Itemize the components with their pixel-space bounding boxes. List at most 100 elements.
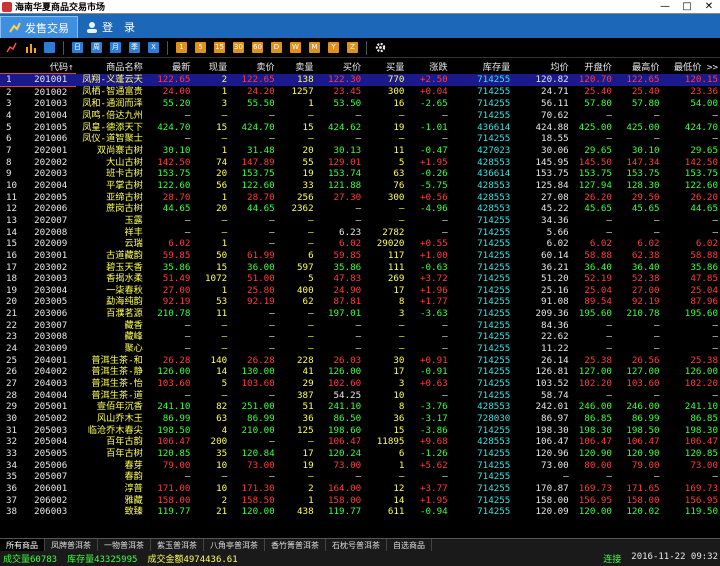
F13-icon[interactable]: M: [309, 42, 320, 53]
table-cell: 122.60: [157, 179, 191, 191]
table-row[interactable]: 20 203005 勐海纯韵 92.19 53 92.19 62 87.81 8 +1.77 714…: [0, 296, 720, 308]
F1-icon[interactable]: 日: [72, 42, 83, 53]
column-header[interactable]: 卖量: [276, 59, 316, 74]
table-cell: —: [308, 471, 314, 483]
category-tab[interactable]: 八角亭普洱茶: [204, 538, 265, 552]
table-row[interactable]: 27 204003 普洱生茶-怡 103.60 5 103.60 29 102.60 3 +0.6…: [0, 378, 720, 390]
table-row[interactable]: 18 203003 香揭水柔 51.49 1072 51.00 5 47.83 269 +3.72…: [0, 273, 720, 285]
table-row[interactable]: 33 205005 百年古树 120.85 35 120.84 17 120.24 6 -1.26…: [0, 448, 720, 460]
F5-icon[interactable]: X: [148, 42, 159, 53]
table-row[interactable]: 35 205007 春韵 — — — — — — — 714255 — — — —: [0, 471, 720, 483]
table-cell: 204004: [34, 389, 68, 401]
maximize-button[interactable]: □: [676, 1, 698, 13]
table-cell: 23.36: [690, 86, 718, 98]
table-row[interactable]: 38 206003 致臻 119.77 21 120.00 438 119.77 611 -0.9…: [0, 506, 720, 518]
table-row[interactable]: 9 202003 班卡古树 153.75 20 153.75 19 153.74 63 -0.26…: [0, 168, 720, 180]
table-row[interactable]: 12 202006 蔗岗古树 44.65 20 44.65 2362 — — -4.96 42855…: [0, 203, 720, 215]
table-cell: 120.00: [241, 506, 275, 518]
column-header[interactable]: 开盘价: [570, 59, 614, 74]
table-row[interactable]: 29 205001 壹佰年沉香 241.10 82 251.00 51 241.10 8 -3.7…: [0, 401, 720, 413]
table-row[interactable]: 13 202007 玉露 — — — — — — — 714255 34.36 — — —: [0, 215, 720, 227]
column-header[interactable]: 买价: [315, 59, 364, 74]
column-header[interactable]: 均价: [512, 59, 571, 74]
line-chart-icon[interactable]: [6, 42, 17, 53]
table-row[interactable]: 28 204004 普洱生茶-道 — — — 387 54.25 10 — 714255 58.74 —…: [0, 390, 720, 402]
minimize-button[interactable]: —: [654, 1, 676, 13]
column-header[interactable]: [0, 59, 29, 74]
table-cell: —: [184, 133, 191, 145]
F9-icon[interactable]: 30: [233, 42, 244, 53]
table-row[interactable]: 8 202002 大山古树 142.50 74 147.89 55 129.01 5 +1.95 4…: [0, 157, 720, 169]
F7-icon[interactable]: 5: [195, 42, 206, 53]
table-row[interactable]: 37 206002 雅藏 158.00 2 158.50 1 158.00 14 +1.95 714…: [0, 495, 720, 507]
gear-icon[interactable]: [375, 42, 386, 53]
column-header[interactable]: 买量: [363, 59, 407, 74]
table-cell: 8: [398, 296, 405, 308]
column-header[interactable]: 最低价 >>: [661, 59, 720, 74]
table-row[interactable]: 30 205002 风山乔木王 86.99 63 86.99 36 86.50 36 -3.17 7…: [0, 413, 720, 425]
column-header[interactable]: 最高价: [613, 59, 662, 74]
table-row[interactable]: 21 203006 百濮茗源 210.78 11 — — 197.01 3 -3.63 714255…: [0, 308, 720, 320]
F11-icon[interactable]: D: [271, 42, 282, 53]
table-cell: 201001: [28, 73, 76, 87]
F15-icon[interactable]: Z: [347, 42, 358, 53]
table-row[interactable]: 5 201005 凤皇-德添天下 424.70 15 424.70 15 424.62 19 -1…: [0, 122, 720, 134]
table-cell: 158.00: [157, 494, 191, 506]
table-cell: 201006: [34, 133, 68, 145]
category-tab[interactable]: 自选商品: [387, 538, 432, 552]
table-row[interactable]: 6 201006 凤仪-道智聚士 — — — — — — — 714255 18.55 — — —: [0, 133, 720, 145]
table-row[interactable]: 26 204002 普洱生茶-静 126.00 14 130.00 41 126.00 17 -0…: [0, 366, 720, 378]
table-row[interactable]: 4 201004 凤鸣-倍达九州 — — — — — — — 714255 70.62 — — —: [0, 110, 720, 122]
column-header[interactable]: 涨跌: [406, 59, 450, 74]
table-row[interactable]: 7 202001 双尚寨古树 30.10 1 31.48 20 30.13 11 -0.47 427…: [0, 145, 720, 157]
table-row[interactable]: 1 201001 凤翔-义蓬云天 122.65 2 122.65 138 122.30 770 +…: [0, 73, 720, 87]
F4-icon[interactable]: 季: [129, 42, 140, 53]
table-row[interactable]: 24 203009 聚心 — — — — — — — 714255 11.22 — — —: [0, 343, 720, 355]
table-row[interactable]: 15 202009 云瑞 6.02 1 — — 6.02 29020 +0.55 714255 6.0…: [0, 238, 720, 250]
category-tab[interactable]: 凤牌普洱茶: [45, 538, 98, 552]
category-tab[interactable]: 所有商品: [0, 538, 45, 552]
table-cell: —: [442, 471, 448, 483]
table-row[interactable]: 10 202004 平掌古树 122.60 56 122.60 33 121.88 76 -5.7…: [0, 180, 720, 192]
table-cell: —: [184, 319, 191, 331]
F3-icon[interactable]: 月: [110, 42, 121, 53]
close-button[interactable]: ✕: [698, 1, 720, 13]
table-row[interactable]: 32 205004 百年古韵 106.47 200 — — 106.47 11895 +9.68 4…: [0, 436, 720, 448]
table-row[interactable]: 31 205003 临沧乔木春尖 198.50 4 210.00 125 198.60 15 -3…: [0, 425, 720, 437]
table-row[interactable]: 2 201002 凤栖-智通富贵 24.00 1 24.20 1257 23.45 300 +0.…: [0, 86, 720, 98]
category-tab[interactable]: 石枕号普洱茶: [326, 538, 387, 552]
F6-icon[interactable]: 1: [176, 42, 187, 53]
column-header[interactable]: 现量: [192, 59, 230, 74]
table-row[interactable]: 3 201003 凤和-通润而泽 55.20 3 55.50 1 53.50 16 -2.65 71…: [0, 98, 720, 110]
category-tab[interactable]: 香竹箐普洱茶: [265, 538, 326, 552]
table-row[interactable]: 23 203008 藏峰 — — — — — — — 714255 22.62 — — —: [0, 331, 720, 343]
tab-login[interactable]: 登 录: [78, 16, 143, 38]
table-row[interactable]: 19 203004 一柒春秋 27.00 1 25.80 400 24.90 17 +1.96 71…: [0, 285, 720, 297]
table-row[interactable]: 22 203007 藏香 — — — — — — — 714255 84.36 — — —: [0, 320, 720, 332]
table-row[interactable]: 11 202005 亚缔古树 28.70 1 28.70 256 27.30 300 +0.56 4…: [0, 192, 720, 204]
F10-icon[interactable]: 60: [252, 42, 263, 53]
column-header[interactable]: 最新: [144, 59, 193, 74]
bar-chart-icon[interactable]: [25, 42, 36, 53]
F8-icon[interactable]: 15: [214, 42, 225, 53]
column-header[interactable]: 库存量: [449, 59, 513, 74]
F12-icon[interactable]: W: [290, 42, 301, 53]
column-header[interactable]: 代码↑: [28, 59, 76, 74]
tab-trading[interactable]: 发售交易: [0, 16, 78, 38]
column-header[interactable]: 商品名称: [75, 59, 145, 74]
table-row[interactable]: 17 203002 碧玉天香 35.86 15 36.00 597 35.86 111 -0.63…: [0, 262, 720, 274]
table-cell: 45.22: [541, 203, 569, 215]
F14-icon[interactable]: Y: [328, 42, 339, 53]
category-tab[interactable]: 一物普洱茶: [98, 538, 151, 552]
table-row[interactable]: 36 206001 淳普 171.00 10 171.30 2 164.00 12 +3.77 71…: [0, 483, 720, 495]
table-row[interactable]: 16 203001 古道藏韵 59.85 50 61.99 6 59.85 117 +1.00 71…: [0, 250, 720, 262]
column-header[interactable]: 卖价: [229, 59, 277, 74]
table-cell: 22.62: [541, 331, 569, 343]
category-tab[interactable]: 紫玉普洱茶: [151, 538, 204, 552]
table-row[interactable]: 14 202008 祥丰 — — — — 6.23 2782 — 714255 5.66 — — —: [0, 227, 720, 239]
display-icon[interactable]: [44, 42, 55, 53]
table-cell: —: [606, 471, 612, 483]
table-row[interactable]: 25 204001 普洱生茶-和 26.28 140 26.28 228 26.03 30 +0.…: [0, 355, 720, 367]
table-row[interactable]: 34 205006 春芽 79.00 10 73.00 19 73.00 1 +5.62 71425…: [0, 460, 720, 472]
F2-icon[interactable]: 周: [91, 42, 102, 53]
